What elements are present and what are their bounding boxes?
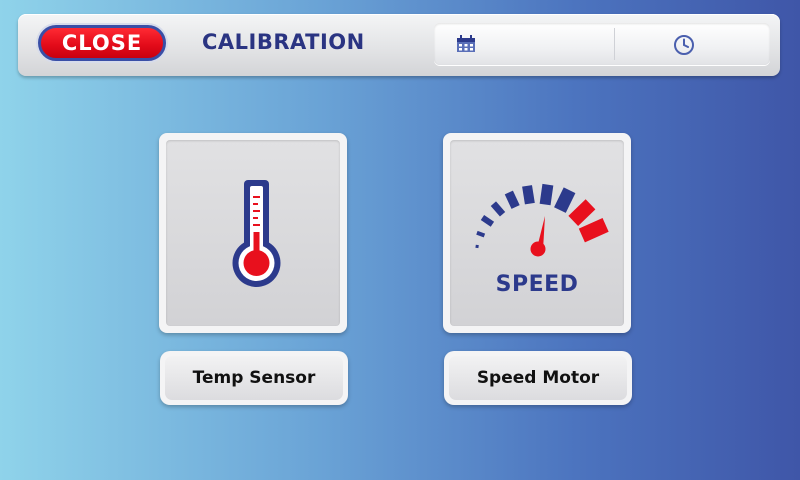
gauge-segment (539, 183, 554, 206)
speed-gauge-label: SPEED (495, 272, 579, 297)
clock-icon (674, 35, 694, 55)
gauge-segment (480, 215, 495, 227)
speed-motor-label: Speed Motor (449, 356, 627, 400)
gauge-segment (554, 187, 576, 213)
temp-sensor-label: Temp Sensor (165, 356, 343, 400)
temp-sensor-tile[interactable] (159, 133, 347, 333)
temp-sensor-button[interactable]: Temp Sensor (160, 351, 348, 405)
panel-divider (614, 28, 615, 60)
speed-motor-button[interactable]: Speed Motor (444, 351, 632, 405)
close-button[interactable]: CLOSE (38, 25, 166, 61)
speed-motor-tile-face: SPEED (450, 140, 624, 326)
temp-sensor-tile-face (166, 140, 340, 326)
gauge-segment (490, 201, 506, 217)
gauge-segment (568, 199, 596, 226)
gauge-segment (504, 190, 520, 209)
speedometer-icon (475, 183, 609, 257)
header-bar: CLOSE CALIBRATION (18, 14, 780, 76)
gauge-segment (522, 185, 535, 205)
gauge-segment (578, 218, 609, 243)
gauge-segment (476, 230, 486, 238)
thermometer-icon (232, 180, 281, 287)
page-title: CALIBRATION (202, 30, 365, 54)
calendar-icon (457, 35, 475, 52)
speed-motor-tile[interactable]: SPEED (443, 133, 631, 333)
date-time-panel (434, 23, 770, 65)
